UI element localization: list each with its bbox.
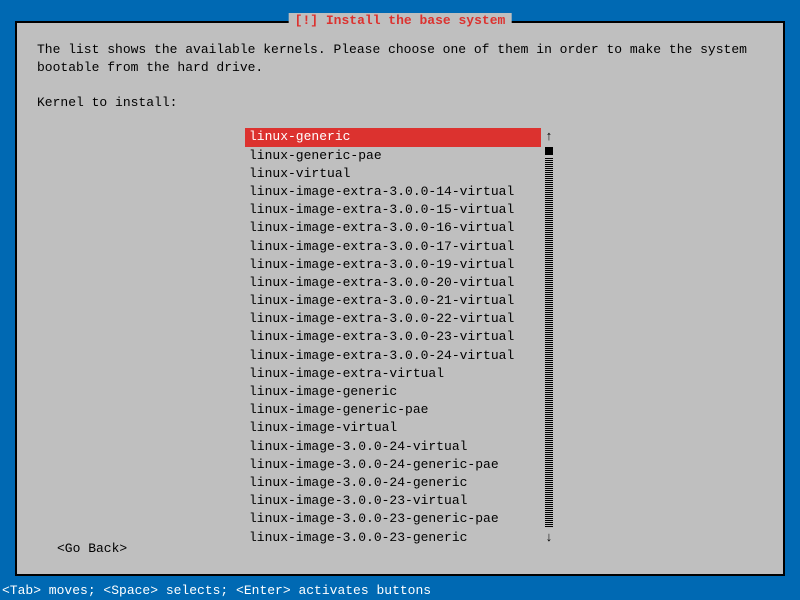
kernel-item[interactable]: linux-image-3.0.0-24-virtual (245, 438, 541, 456)
kernel-item[interactable]: linux-image-3.0.0-23-generic-pae (245, 510, 541, 528)
installer-dialog: [!] Install the base system The list sho… (15, 21, 785, 576)
scrollbar[interactable]: ↑ ↓ (543, 128, 555, 546)
kernel-list[interactable]: linux-genericlinux-generic-paelinux-virt… (245, 128, 541, 546)
kernel-item[interactable]: linux-image-extra-3.0.0-16-virtual (245, 219, 541, 237)
kernel-item[interactable]: linux-image-3.0.0-24-generic-pae (245, 456, 541, 474)
kernel-item[interactable]: linux-image-extra-3.0.0-24-virtual (245, 347, 541, 365)
kernel-item[interactable]: linux-image-generic-pae (245, 401, 541, 419)
kernel-item[interactable]: linux-virtual (245, 165, 541, 183)
dialog-title: [!] Install the base system (289, 13, 512, 28)
prompt-label: Kernel to install: (37, 95, 763, 110)
kernel-item[interactable]: linux-image-extra-3.0.0-23-virtual (245, 328, 541, 346)
scroll-down-icon[interactable]: ↓ (545, 529, 553, 547)
dialog-content: The list shows the available kernels. Pl… (17, 23, 783, 565)
kernel-item[interactable]: linux-image-extra-3.0.0-19-virtual (245, 256, 541, 274)
kernel-item[interactable]: linux-generic (245, 128, 541, 146)
kernel-item[interactable]: linux-image-generic (245, 383, 541, 401)
kernel-item[interactable]: linux-image-extra-3.0.0-21-virtual (245, 292, 541, 310)
scroll-track[interactable] (545, 157, 553, 527)
go-back-button[interactable]: <Go Back> (57, 541, 127, 556)
kernel-item[interactable]: linux-image-3.0.0-24-generic (245, 474, 541, 492)
scroll-up-icon[interactable]: ↑ (545, 128, 553, 146)
kernel-item[interactable]: linux-image-extra-3.0.0-22-virtual (245, 310, 541, 328)
kernel-item[interactable]: linux-image-3.0.0-23-virtual (245, 492, 541, 510)
kernel-item[interactable]: linux-image-extra-3.0.0-17-virtual (245, 238, 541, 256)
kernel-list-container: linux-genericlinux-generic-paelinux-virt… (245, 128, 555, 546)
scroll-thumb[interactable] (545, 147, 553, 155)
instruction-text: The list shows the available kernels. Pl… (37, 41, 763, 77)
kernel-item[interactable]: linux-image-extra-3.0.0-14-virtual (245, 183, 541, 201)
kernel-item[interactable]: linux-image-extra-3.0.0-20-virtual (245, 274, 541, 292)
kernel-item[interactable]: linux-generic-pae (245, 147, 541, 165)
kernel-item[interactable]: linux-image-3.0.0-23-generic (245, 529, 541, 547)
kernel-item[interactable]: linux-image-extra-3.0.0-15-virtual (245, 201, 541, 219)
keyboard-hint: <Tab> moves; <Space> selects; <Enter> ac… (2, 583, 431, 598)
kernel-item[interactable]: linux-image-extra-virtual (245, 365, 541, 383)
kernel-item[interactable]: linux-image-virtual (245, 419, 541, 437)
